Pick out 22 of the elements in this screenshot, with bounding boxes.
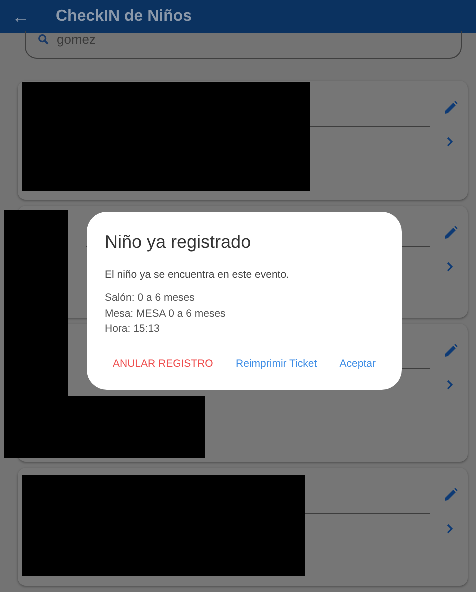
chevron-right-icon[interactable] xyxy=(446,380,454,390)
detail-text: Salón: 0 a 6 meses xyxy=(105,291,196,306)
record-card[interactable] xyxy=(18,468,468,586)
detail-text: Hora: 15:13 xyxy=(105,322,161,337)
edit-icon[interactable] xyxy=(444,226,458,240)
dialog-button[interactable]: Aceptar xyxy=(340,355,376,375)
app-title: CheckIN de Niños xyxy=(56,6,192,26)
detail-text: Mesa: MESA 0 a 6 meses xyxy=(105,306,227,322)
edit-icon[interactable] xyxy=(444,344,458,358)
record-card[interactable] xyxy=(18,81,468,200)
dialog-message: El niño ya se encuentra en este evento. xyxy=(105,268,290,283)
search-field[interactable]: gomez xyxy=(25,31,462,59)
dialog-button[interactable]: Reimprimir Ticket xyxy=(236,355,318,375)
back-button[interactable]: ← xyxy=(12,8,30,26)
search-icon xyxy=(38,34,49,45)
edit-icon[interactable] xyxy=(444,101,458,115)
chevron-right-icon[interactable] xyxy=(446,524,454,534)
dialog-title: Niño ya registrado xyxy=(105,232,252,254)
edit-icon[interactable] xyxy=(444,488,458,502)
cancel-registration-button[interactable]: ANULAR REGISTRO xyxy=(113,355,214,375)
chevron-right-icon[interactable] xyxy=(446,137,454,147)
chevron-right-icon[interactable] xyxy=(446,262,454,272)
